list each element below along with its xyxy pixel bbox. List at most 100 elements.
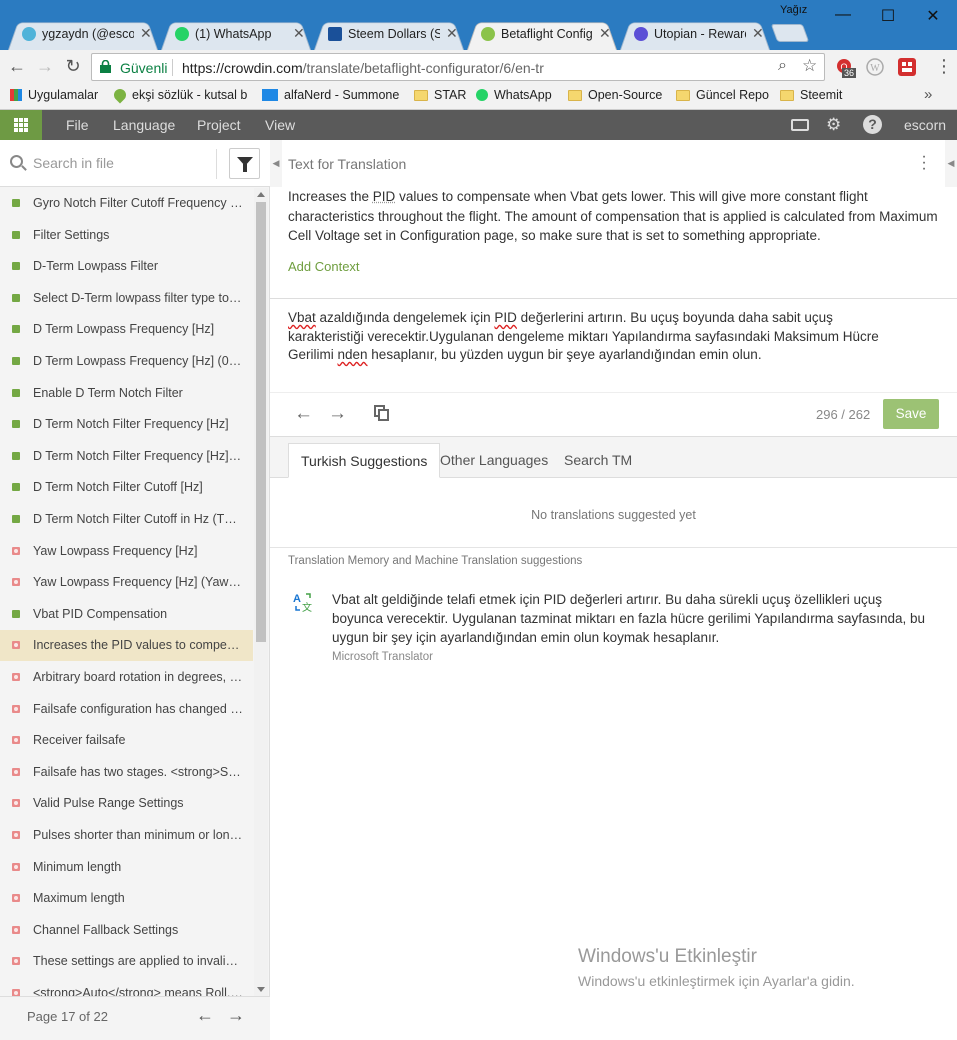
next-page-icon[interactable]: → (227, 1005, 245, 1026)
search-input[interactable]: Search in file (33, 155, 114, 171)
string-list-item[interactable]: D Term Lowpass Frequency [Hz] (0 to disa… (0, 346, 253, 377)
previous-string-icon[interactable]: ← (294, 403, 313, 425)
apps-grid-icon[interactable] (0, 110, 42, 140)
string-list-item[interactable]: These settings are applied to invalid ch… (0, 946, 253, 977)
back-icon[interactable]: ← (6, 56, 28, 77)
bookmark-whatsapp[interactable]: WhatsApp (476, 88, 552, 106)
machine-translation-suggestion[interactable]: Vbat alt geldiğinde telafi etmek için PI… (332, 590, 932, 647)
string-list-item[interactable]: Gyro Notch Filter Cutoff Frequency in Hz (0, 188, 253, 219)
string-list-item[interactable]: Maximum length (0, 883, 253, 914)
more-options-icon[interactable]: · · · (920, 149, 928, 177)
string-list-item[interactable]: D Term Lowpass Frequency [Hz] (0, 314, 253, 345)
extension-icon[interactable]: O 36 (836, 58, 857, 78)
browser-tab[interactable]: Steem Dollars (SI ✕ (314, 18, 464, 50)
string-list-item[interactable]: Yaw Lowpass Frequency [Hz] (0, 536, 253, 567)
collapse-left-icon[interactable]: ◀ (270, 140, 282, 187)
save-button[interactable]: Save (883, 399, 939, 429)
string-list-item[interactable]: Filter Settings (0, 220, 253, 251)
browser-tab[interactable]: Utopian - Reward ✕ (620, 18, 770, 50)
close-icon[interactable]: ✕ (599, 25, 611, 42)
svg-text:W: W (870, 63, 880, 74)
more-bookmarks-icon[interactable]: » (924, 86, 932, 103)
scroll-up-icon[interactable] (257, 192, 265, 197)
string-list-item[interactable]: <strong>Auto</strong> means Roll, Pitch (0, 978, 253, 996)
string-list-item[interactable]: D Term Notch Filter Frequency [Hz] (0, 409, 253, 440)
string-list-item[interactable]: Channel Fallback Settings (0, 915, 253, 946)
string-list-item[interactable]: Enable D Term Notch Filter (0, 378, 253, 409)
string-list-item[interactable]: Arbitrary board rotation in degrees, to … (0, 662, 253, 693)
keyboard-icon[interactable] (791, 119, 809, 131)
untranslated-status-icon (12, 736, 20, 745)
scroll-down-icon[interactable] (257, 987, 265, 992)
translated-status-icon (12, 262, 20, 271)
string-list-item[interactable]: Receiver failsafe (0, 725, 253, 756)
bookmark-guncel-repo[interactable]: Güncel Repo (676, 88, 769, 106)
untranslated-status-icon (12, 894, 20, 903)
prev-page-icon[interactable]: ← (196, 1005, 214, 1026)
tab-search-tm[interactable]: Search TM (552, 443, 644, 478)
bookmark-open-source[interactable]: Open-Source (568, 88, 662, 106)
close-icon[interactable]: ✕ (752, 25, 764, 42)
string-list-item[interactable]: Pulses shorter than minimum or longer th… (0, 820, 253, 851)
menu-view[interactable]: View (265, 117, 295, 133)
close-window-icon[interactable]: ✕ (918, 6, 948, 26)
scrollbar[interactable] (254, 188, 268, 996)
string-list-item-active[interactable]: Increases the PID values to compensate w… (0, 630, 253, 662)
bookmark-star-icon[interactable]: ☆ (802, 56, 817, 76)
menu-language[interactable]: Language (113, 117, 175, 133)
string-list-item[interactable]: Yaw Lowpass Frequency [Hz] (Yaw axis low… (0, 567, 253, 598)
extension-icon[interactable] (898, 58, 916, 76)
string-list-item[interactable]: Failsafe configuration has changed consi… (0, 694, 253, 725)
untranslated-status-icon (12, 767, 20, 776)
tab-label: Steem Dollars (SI (348, 27, 440, 41)
bookmark-steemit[interactable]: Steemit (780, 88, 842, 106)
collapse-right-icon[interactable]: ◀ (945, 140, 957, 187)
scrollbar-thumb[interactable] (256, 202, 266, 642)
bookmark-eksi[interactable]: ekşi sözlük - kutsal b (111, 86, 247, 106)
bookmark-alfanerd[interactable]: alfaNerd - Summone (262, 88, 399, 106)
string-list-item[interactable]: Failsafe has two stages. <strong>Stage 1… (0, 757, 253, 788)
forward-icon[interactable]: → (34, 56, 56, 77)
filter-button[interactable] (229, 148, 260, 179)
browser-tab-active[interactable]: Betaflight Config ✕ (467, 18, 617, 50)
reload-icon[interactable]: ↻ (62, 56, 84, 77)
maximize-icon[interactable]: ☐ (873, 6, 903, 26)
search-icon[interactable]: ⌕ (778, 57, 787, 75)
address-bar[interactable]: Güvenli https://crowdin.com/translate/be… (91, 53, 825, 81)
browser-menu-icon[interactable]: ⋮ (935, 56, 953, 77)
untranslated-status-icon (12, 862, 20, 871)
browser-tab[interactable]: (1) WhatsApp ✕ (161, 18, 311, 50)
new-tab-button[interactable] (770, 24, 810, 42)
copy-source-icon[interactable] (374, 405, 389, 421)
close-icon[interactable]: ✕ (140, 25, 152, 42)
next-string-icon[interactable]: → (328, 403, 347, 425)
string-list-item[interactable]: D Term Notch Filter Cutoff [Hz] (0, 472, 253, 503)
tab-other-languages[interactable]: Other Languages (428, 443, 560, 478)
wordpress-extension-icon[interactable]: W (866, 58, 884, 76)
minimize-icon[interactable]: — (828, 6, 858, 24)
menu-file[interactable]: File (66, 117, 89, 133)
menu-project[interactable]: Project (197, 117, 241, 133)
translation-textarea[interactable]: Vbat azaldığında dengelemek için PID değ… (288, 309, 908, 365)
close-icon[interactable]: ✕ (293, 25, 305, 42)
string-list-item[interactable]: D-Term Lowpass Filter (0, 251, 253, 282)
string-label: Vbat PID Compensation (33, 606, 168, 621)
mt-source: Microsoft Translator (332, 651, 433, 663)
string-list-item[interactable]: Valid Pulse Range Settings (0, 788, 253, 819)
string-list-item[interactable]: Select D-Term lowpass filter type to use (0, 283, 253, 314)
string-list-item[interactable]: D Term Notch Filter Frequency [Hz] (0 to… (0, 441, 253, 472)
help-icon[interactable]: ? (863, 115, 882, 134)
bookmark-star[interactable]: STAR (414, 88, 466, 106)
gear-icon[interactable]: ⚙ (826, 115, 841, 135)
bookmark-apps[interactable]: Uygulamalar (10, 88, 98, 106)
add-context-link[interactable]: Add Context (288, 259, 360, 274)
username[interactable]: escorn (904, 117, 946, 133)
string-list-item[interactable]: D Term Notch Filter Cutoff in Hz (This i… (0, 504, 253, 535)
url-text[interactable]: https://crowdin.com/translate/betaflight… (182, 60, 544, 76)
tab-turkish-suggestions[interactable]: Turkish Suggestions (288, 443, 441, 478)
translated-status-icon (12, 420, 20, 429)
browser-tab[interactable]: ygzaydn (@escor ✕ (8, 18, 158, 50)
close-icon[interactable]: ✕ (446, 25, 458, 42)
string-list-item[interactable]: Minimum length (0, 852, 253, 883)
string-list-item[interactable]: Vbat PID Compensation (0, 599, 253, 630)
